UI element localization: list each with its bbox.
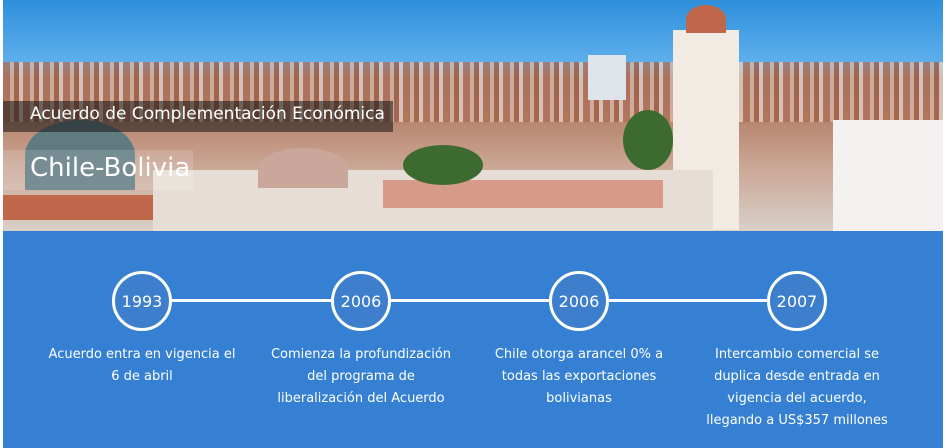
tree [623, 110, 673, 170]
timeline-year-2: 2006 [331, 271, 391, 331]
bell-tower-roof [686, 5, 726, 33]
dome [258, 148, 348, 188]
timeline-line [142, 299, 797, 302]
page-subtitle: Acuerdo de Complementación Económica [30, 104, 385, 124]
timeline-year-1: 1993 [112, 271, 172, 331]
timeline-text-2: Comienza la profundización del programa … [270, 347, 452, 406]
page-title: Chile-Bolivia [30, 153, 191, 183]
timeline-text-3: Chile otorga arancel 0% a todas las expo… [494, 347, 664, 406]
tile-roof [3, 195, 153, 220]
tile-roof [383, 180, 663, 208]
tower-building [588, 55, 626, 100]
timeline-year-3: 2006 [549, 271, 609, 331]
timeline-year-4: 2007 [767, 271, 827, 331]
building [833, 120, 943, 231]
timeline-text-4: Intercambio comercial se duplica desde e… [706, 347, 888, 428]
timeline-text-1: Acuerdo entra en vigencia el 6 de abril [48, 347, 236, 384]
tree [403, 145, 483, 185]
